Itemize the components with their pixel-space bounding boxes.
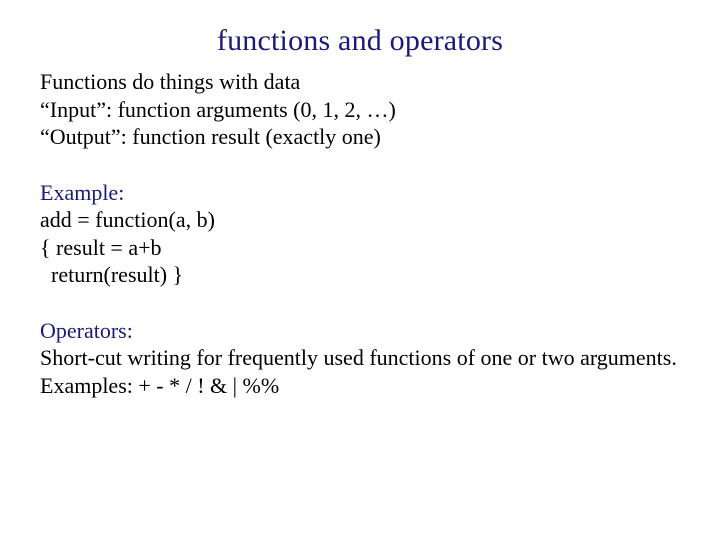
example-line-3: return(result) } [40,261,680,289]
example-line-1: add = function(a, b) [40,206,680,234]
operators-line-2: Examples: + - * / ! & | %% [40,372,680,400]
intro-line-3: “Output”: function result (exactly one) [40,123,680,151]
operators-block: Operators: Short-cut writing for frequen… [40,317,680,400]
operators-line-1: Short-cut writing for frequently used fu… [40,344,680,372]
slide-title: functions and operators [40,24,680,58]
intro-line-2: “Input”: function arguments (0, 1, 2, …) [40,96,680,124]
intro-block: Functions do things with data “Input”: f… [40,68,680,151]
intro-line-1: Functions do things with data [40,68,680,96]
operators-heading: Operators: [40,317,680,345]
example-heading: Example: [40,179,680,207]
slide: functions and operators Functions do thi… [0,0,720,540]
example-line-2: { result = a+b [40,234,680,262]
example-block: Example: add = function(a, b) { result =… [40,179,680,289]
